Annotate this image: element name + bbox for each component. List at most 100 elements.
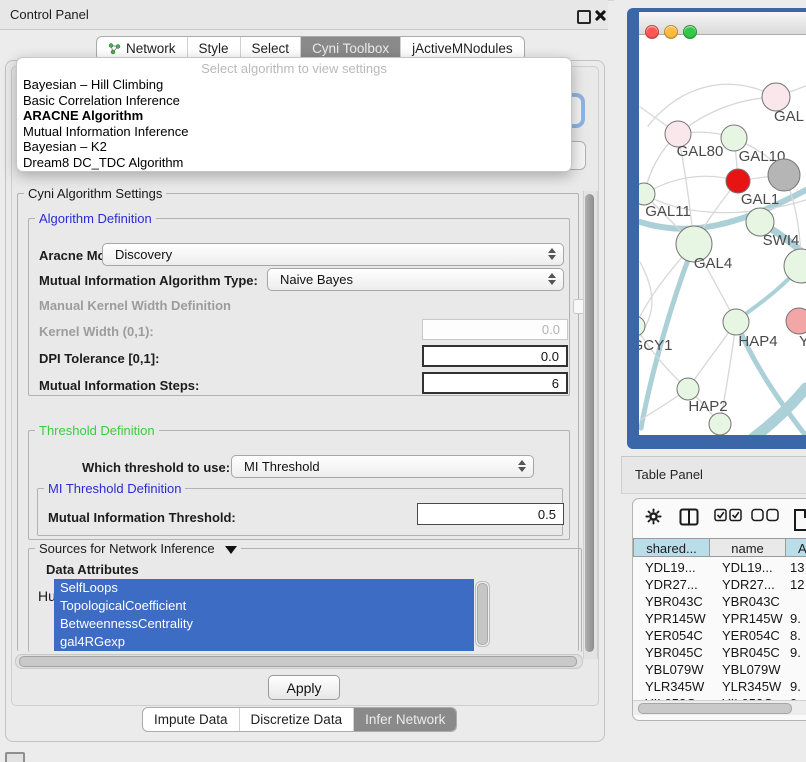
table-row[interactable]: YPR145WYPR145W9. — [633, 610, 806, 627]
tab-infer-network[interactable]: Infer Network — [354, 708, 456, 731]
attribute-gal4rgexp[interactable]: gal4RGexp — [54, 633, 474, 651]
table-cell[interactable]: YDL19... — [633, 559, 710, 576]
table-cell[interactable]: YBL079W — [633, 661, 710, 678]
table-cell[interactable]: YLR345W — [633, 678, 710, 695]
table-cell[interactable]: YER054C — [633, 627, 710, 644]
page-corner-icon[interactable] — [5, 752, 25, 762]
table-cell[interactable]: 8. — [787, 627, 806, 644]
table-row[interactable]: YER054CYER054C8. — [633, 627, 806, 644]
which-threshold-value: MI Threshold — [244, 459, 320, 474]
network-edge[interactable] — [644, 176, 738, 194]
scrollbar-thumb[interactable] — [477, 583, 488, 645]
table-cell[interactable] — [787, 661, 806, 678]
menu-item-bayesian-k2[interactable]: Bayesian – K2 — [21, 139, 567, 155]
network-node-hap2[interactable] — [677, 378, 699, 400]
column-header-shared[interactable]: shared... — [633, 538, 710, 557]
attribute-selfloops[interactable]: SelfLoops — [54, 579, 474, 597]
tab-label: Infer Network — [365, 712, 445, 727]
table-horizontal-scrollbar[interactable] — [633, 700, 806, 715]
gear-icon[interactable] — [645, 508, 662, 530]
table-row[interactable]: YBR045CYBR045C9. — [633, 644, 806, 661]
table-cell[interactable]: 9. — [787, 610, 806, 627]
tab-impute-data[interactable]: Impute Data — [143, 708, 240, 731]
network-canvas[interactable]: GALGAL80GAL10GAL1GAL11SWI4GAL4GCY1HAP4YH… — [639, 34, 806, 435]
network-node-label: GAL — [774, 108, 804, 125]
network-edge[interactable] — [648, 84, 776, 126]
scrollbar-thumb[interactable] — [638, 703, 792, 714]
table-cell[interactable]: 12 — [787, 576, 806, 593]
table-cell[interactable]: 9. — [787, 644, 806, 661]
collapse-down-icon — [225, 546, 237, 554]
table-cell[interactable]: YDR27... — [710, 576, 787, 593]
split-columns-icon[interactable] — [679, 508, 699, 531]
mi-threshold-definition-group: MI Threshold Definition Mutual Informati… — [37, 488, 563, 536]
settings-vertical-scrollbar[interactable] — [583, 191, 598, 659]
table-row[interactable]: YBL079WYBL079W — [633, 661, 806, 678]
attributes-scrollbar[interactable] — [475, 581, 490, 647]
column-header-name[interactable]: name — [709, 538, 786, 557]
sources-expander[interactable]: Sources for Network Inference — [35, 541, 241, 556]
table-cell[interactable]: YDR27... — [633, 576, 710, 593]
mi-steps-field[interactable]: 6 — [422, 372, 568, 394]
apply-button-label: Apply — [286, 680, 321, 696]
table-cell[interactable]: YBR043C — [633, 593, 710, 610]
network-node-gal[interactable] — [762, 83, 790, 111]
new-document-icon[interactable] — [793, 508, 806, 537]
table-row[interactable]: YBR043CYBR043C — [633, 593, 806, 610]
menu-item-bayesian-hill-climbing[interactable]: Bayesian – Hill Climbing — [21, 77, 567, 93]
network-window-titlebar[interactable] — [639, 12, 806, 35]
attribute-betweennesscentrality[interactable]: BetweennessCentrality — [54, 615, 474, 633]
mi-threshold-value: 0.5 — [538, 507, 556, 522]
menu-item-dream8-dc-tdc-algorithm[interactable]: Dream8 DC_TDC Algorithm — [21, 155, 567, 171]
apply-button[interactable]: Apply — [268, 675, 340, 700]
table-cell[interactable]: 13 — [787, 559, 806, 576]
menu-item-mutual-information-inference[interactable]: Mutual Information Inference — [21, 124, 567, 140]
network-node-gcy1[interactable] — [639, 316, 645, 336]
mi-threshold-field[interactable]: 0.5 — [417, 503, 564, 525]
which-threshold-combobox[interactable]: MI Threshold — [231, 455, 534, 478]
tab-label: Network — [126, 41, 176, 56]
tab-label: Cyni Toolbox — [312, 41, 389, 56]
network-node-y[interactable] — [786, 308, 806, 334]
settings-horizontal-scrollbar[interactable] — [15, 654, 583, 669]
table-cell[interactable]: YBR043C — [710, 593, 787, 610]
table-cell[interactable]: YBR045C — [710, 644, 787, 661]
aracne-mode-combobox[interactable]: Discovery — [102, 243, 564, 266]
dpi-tolerance-field[interactable]: 0.0 — [422, 345, 568, 367]
mi-steps-label: Mutual Information Steps: — [39, 378, 199, 393]
network-edge[interactable] — [641, 244, 694, 428]
table-cell[interactable]: 9. — [787, 678, 806, 695]
table-cell[interactable]: YBL079W — [710, 661, 787, 678]
tab-discretize-data[interactable]: Discretize Data — [240, 708, 355, 731]
menu-item-basic-correlation-inference[interactable]: Basic Correlation Inference — [21, 93, 567, 109]
unchecked-checkboxes-icon[interactable] — [751, 508, 779, 527]
network-node-label: GAL4 — [694, 255, 732, 272]
table-row[interactable]: YDR27...YDR27...12 — [633, 576, 806, 593]
data-attributes-list: SelfLoopsTopologicalCoefficientBetweenne… — [54, 579, 474, 651]
float-window-icon[interactable] — [577, 10, 591, 24]
table-cell[interactable]: YLR345W — [710, 678, 787, 695]
kernel-width-field[interactable]: 0.0 — [422, 319, 568, 340]
checked-checkboxes-icon[interactable] — [714, 508, 742, 527]
sources-for-network-inference-group: Sources for Network Inference Data Attri… — [28, 548, 582, 652]
table-row[interactable]: YLR345WYLR345W9. — [633, 678, 806, 695]
mi-algorithm-type-combobox[interactable]: Naive Bayes — [267, 268, 564, 291]
network-node-unlabeled[interactable] — [768, 159, 800, 191]
table-cell[interactable]: YDL19... — [710, 559, 787, 576]
scrollbar-thumb[interactable] — [585, 194, 594, 652]
table-cell[interactable]: YPR145W — [710, 610, 787, 627]
tab-label: Style — [199, 41, 229, 56]
menu-item-aracne-algorithm[interactable]: ARACNE Algorithm — [21, 108, 567, 124]
attribute-topologicalcoefficient[interactable]: TopologicalCoefficient — [54, 597, 474, 615]
scrollbar-thumb[interactable] — [19, 656, 577, 667]
table-cell[interactable]: YER054C — [710, 627, 787, 644]
table-cell[interactable]: YBR045C — [633, 644, 710, 661]
close-icon[interactable] — [594, 9, 607, 22]
table-cell[interactable] — [787, 593, 806, 610]
network-node-hap4[interactable] — [723, 309, 749, 335]
table-row[interactable]: YDL19...YDL19...13 — [633, 559, 806, 576]
network-node-gal1[interactable] — [726, 169, 750, 193]
network-node-unlabeled[interactable] — [709, 413, 731, 435]
column-header-a[interactable]: A — [785, 538, 806, 557]
table-cell[interactable]: YPR145W — [633, 610, 710, 627]
